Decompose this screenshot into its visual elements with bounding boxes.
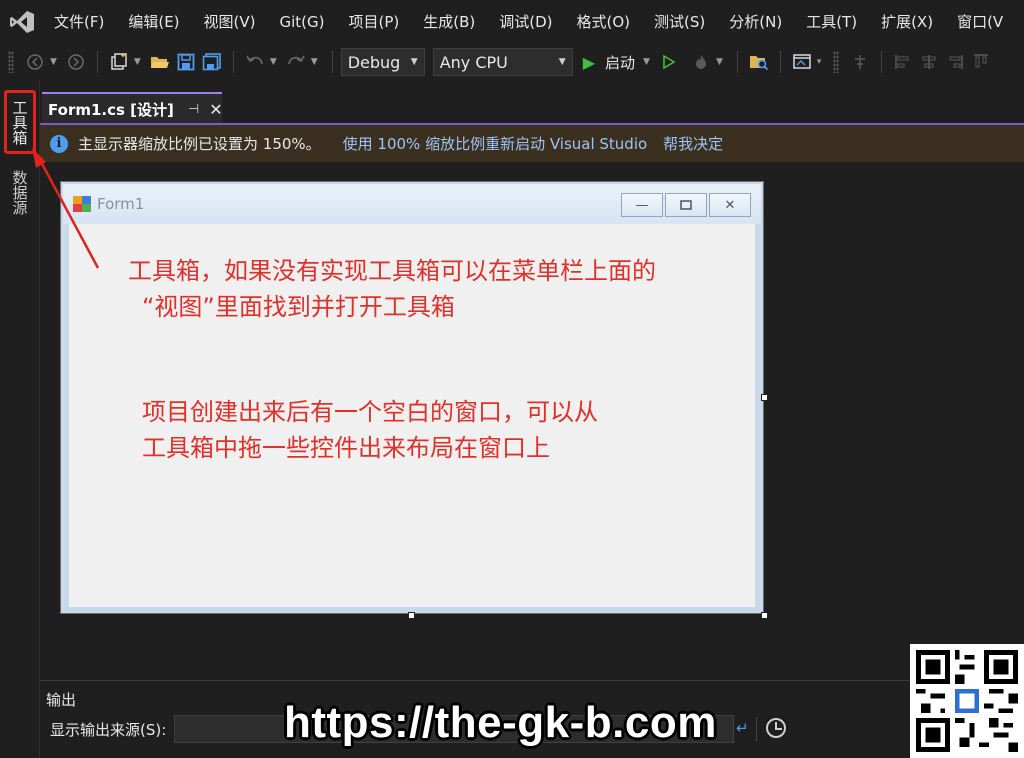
toolbox-tab[interactable]: 工具箱 bbox=[4, 90, 36, 154]
maximize-button[interactable] bbox=[665, 193, 707, 217]
menu-analyze[interactable]: 分析(N) bbox=[717, 0, 794, 44]
toolbar-separator bbox=[881, 51, 883, 73]
help-me-decide-link[interactable]: 帮我决定 bbox=[663, 133, 723, 154]
menu-format[interactable]: 格式(O) bbox=[565, 0, 643, 44]
pin-tab-icon[interactable]: ⊣ bbox=[188, 102, 199, 117]
tab-form1-design[interactable]: Form1.cs [设计] ⊣ ✕ bbox=[42, 92, 223, 124]
align-centers-icon[interactable] bbox=[918, 48, 940, 76]
start-debugging-button[interactable]: ▶ 启动 bbox=[583, 52, 635, 73]
menu-extensions[interactable]: 扩展(X) bbox=[869, 0, 945, 44]
toolbar-separator bbox=[331, 51, 333, 73]
play-icon: ▶ bbox=[582, 52, 595, 72]
undo-dropdown-icon[interactable]: ▼ bbox=[270, 57, 277, 67]
undo-icon[interactable] bbox=[244, 48, 266, 76]
clock-icon[interactable] bbox=[766, 718, 786, 738]
info-bar-message: 主显示器缩放比例已设置为 150%。 bbox=[78, 135, 321, 153]
word-wrap-icon[interactable]: ↵ bbox=[736, 719, 749, 737]
menu-git[interactable]: Git(G) bbox=[268, 0, 337, 44]
hot-reload-icon[interactable] bbox=[690, 48, 712, 76]
align-tops-icon[interactable] bbox=[970, 48, 992, 76]
menu-bar: 文件(F) 编辑(E) 视图(V) Git(G) 项目(P) 生成(B) 调试(… bbox=[0, 0, 1024, 44]
solution-platform-select[interactable]: Any CPU ▼ bbox=[432, 48, 573, 76]
menu-file[interactable]: 文件(F) bbox=[44, 0, 116, 44]
minimize-icon: — bbox=[635, 197, 649, 213]
menu-project[interactable]: 项目(P) bbox=[337, 0, 412, 44]
chevron-down-icon: ▼ bbox=[558, 57, 566, 67]
visual-studio-logo-icon[interactable] bbox=[0, 0, 44, 44]
tab-title: Form1.cs [设计] bbox=[48, 100, 174, 119]
close-icon: ✕ bbox=[724, 197, 736, 213]
toolbar-separator bbox=[96, 51, 98, 73]
navigate-back-icon[interactable] bbox=[24, 48, 46, 76]
toolbox-annotation: 工具箱，如果没有实现工具箱可以在菜单栏上面的 “视图”里面找到并打开工具箱 bbox=[128, 253, 656, 325]
info-icon: i bbox=[50, 134, 68, 153]
menu-window[interactable]: 窗口(V bbox=[945, 0, 1015, 44]
toolbar-overflow-icon[interactable]: ▾ bbox=[817, 57, 822, 67]
watermark-url: https://the-gk-b.com bbox=[284, 698, 717, 747]
standard-toolbar: ▼ ▼ ▼ ▼ Debug ▼ Any CPU ▼ ▶ 启动 ▼ ▼ ▾ bbox=[0, 44, 1024, 80]
save-icon[interactable] bbox=[175, 48, 197, 76]
menu-edit[interactable]: 编辑(E) bbox=[116, 0, 191, 44]
toolbar-separator bbox=[756, 717, 757, 741]
chevron-down-icon: ▼ bbox=[410, 57, 418, 67]
toolbar-separator bbox=[736, 51, 738, 73]
menu-tools[interactable]: 工具(T) bbox=[794, 0, 869, 44]
restart-at-100-link[interactable]: 使用 100% 缩放比例重新启动 Visual Studio bbox=[343, 133, 648, 154]
window-annotation: 项目创建出来后有一个空白的窗口，可以从 工具箱中拖一些控件出来布局在窗口上 bbox=[142, 394, 598, 466]
navigate-back-dropdown-icon[interactable]: ▼ bbox=[50, 57, 57, 67]
menu-test[interactable]: 测试(S) bbox=[642, 0, 717, 44]
navigate-forward-icon[interactable] bbox=[65, 48, 87, 76]
new-project-dropdown-icon[interactable]: ▼ bbox=[134, 57, 141, 67]
toolbar-grip[interactable] bbox=[8, 51, 14, 73]
find-in-files-icon[interactable] bbox=[748, 48, 770, 76]
side-tool-window-strip: 工具箱 数据源 bbox=[0, 80, 40, 758]
maximize-icon bbox=[680, 200, 692, 210]
save-all-icon[interactable] bbox=[201, 48, 223, 76]
data-sources-tab[interactable]: 数据源 bbox=[7, 162, 33, 222]
solution-platform-value: Any CPU bbox=[439, 52, 508, 72]
hot-reload-dropdown-icon[interactable]: ▼ bbox=[716, 57, 723, 67]
toolbar-grip[interactable] bbox=[833, 51, 840, 73]
start-without-debugging-icon[interactable] bbox=[658, 48, 680, 76]
solution-configuration-select[interactable]: Debug ▼ bbox=[340, 48, 425, 76]
output-panel-title: 输出 bbox=[46, 691, 77, 709]
show-designer-icon[interactable] bbox=[791, 48, 813, 76]
resize-handle-bottom-right[interactable] bbox=[761, 612, 768, 619]
resize-handle-bottom[interactable] bbox=[408, 612, 415, 619]
align-to-grid-icon[interactable] bbox=[849, 48, 871, 76]
toolbox-annotation-line1: 工具箱，如果没有实现工具箱可以在菜单栏上面的 bbox=[128, 257, 656, 285]
align-lefts-icon[interactable] bbox=[892, 48, 914, 76]
start-label: 启动 bbox=[605, 53, 636, 72]
solution-configuration-value: Debug bbox=[347, 52, 401, 72]
toolbar-separator bbox=[232, 51, 234, 73]
redo-dropdown-icon[interactable]: ▼ bbox=[311, 57, 318, 67]
form-caption-buttons: — ✕ bbox=[619, 193, 751, 217]
form-title: Form1 bbox=[97, 195, 145, 213]
minimize-button[interactable]: — bbox=[621, 193, 663, 217]
document-tab-well: Form1.cs [设计] ⊣ ✕ bbox=[40, 92, 1024, 124]
window-annotation-line1: 项目创建出来后有一个空白的窗口，可以从 bbox=[142, 398, 598, 426]
form1-title-bar[interactable]: Form1 — ✕ bbox=[63, 184, 761, 224]
open-file-icon[interactable] bbox=[149, 48, 171, 76]
qr-code bbox=[910, 644, 1024, 758]
toolbar-separator bbox=[779, 51, 781, 73]
menu-debug[interactable]: 调试(D) bbox=[487, 0, 564, 44]
redo-icon[interactable] bbox=[285, 48, 307, 76]
resize-handle-right[interactable] bbox=[761, 394, 768, 401]
toolbox-annotation-line2: “视图”里面找到并打开工具箱 bbox=[142, 293, 455, 321]
close-tab-icon[interactable]: ✕ bbox=[209, 100, 222, 119]
form-icon bbox=[73, 196, 91, 212]
menu-view[interactable]: 视图(V) bbox=[192, 0, 268, 44]
scaling-info-bar: i 主显示器缩放比例已设置为 150%。 使用 100% 缩放比例重新启动 Vi… bbox=[40, 125, 1024, 162]
close-button[interactable]: ✕ bbox=[709, 193, 751, 217]
menu-build[interactable]: 生成(B) bbox=[411, 0, 487, 44]
window-annotation-line2: 工具箱中拖一些控件出来布局在窗口上 bbox=[142, 434, 550, 462]
new-project-icon[interactable] bbox=[108, 48, 130, 76]
start-dropdown-icon[interactable]: ▼ bbox=[643, 57, 650, 67]
output-source-label: 显示输出来源(S): bbox=[50, 721, 167, 739]
align-rights-icon[interactable] bbox=[944, 48, 966, 76]
